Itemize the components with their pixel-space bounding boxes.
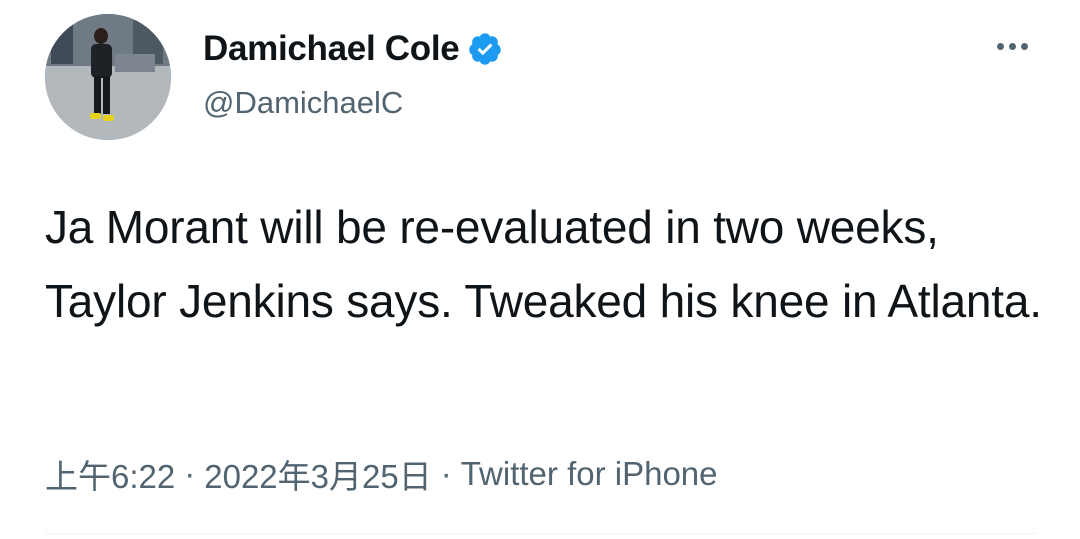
author-handle[interactable]: @DamichaelC — [203, 85, 503, 121]
separator-dot: · — [440, 455, 452, 492]
verified-badge-icon — [467, 31, 503, 67]
tweet-source[interactable]: Twitter for iPhone — [461, 455, 718, 493]
author-display-name[interactable]: Damichael Cole — [203, 29, 460, 69]
tweet-metadata: 上午6:22 · 2022年3月25日 · Twitter for iPhone — [45, 450, 718, 498]
tweet-date[interactable]: 2022年3月25日 — [204, 450, 431, 498]
separator-dot: · — [184, 455, 196, 492]
profile-photo-icon — [45, 14, 171, 140]
more-horizontal-icon — [996, 42, 1028, 50]
divider — [45, 533, 1036, 534]
tweet-text: Ja Morant will be re-evaluated in two we… — [45, 201, 1042, 327]
author-block: Damichael Cole @DamichaelC — [203, 28, 503, 121]
tweet-time[interactable]: 上午6:22 — [45, 450, 175, 498]
more-options-button[interactable] — [988, 32, 1036, 60]
tweet-card: Damichael Cole @DamichaelC Ja Morant wil… — [0, 0, 1080, 539]
avatar[interactable] — [45, 14, 171, 140]
name-row: Damichael Cole — [203, 28, 503, 70]
